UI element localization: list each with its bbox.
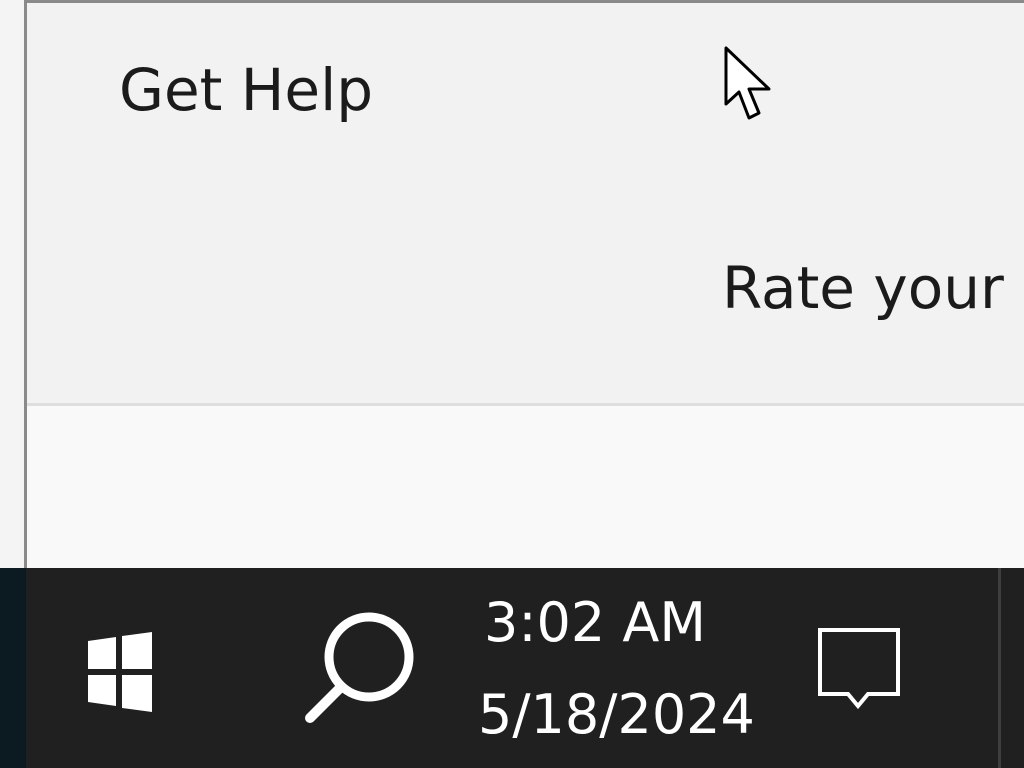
taskbar: 3:02 AM 5/18/2024 — [0, 568, 1024, 768]
mouse-cursor-icon — [724, 46, 771, 120]
window-content-area — [27, 409, 1024, 571]
get-help-menu-item[interactable]: Get Help — [119, 61, 373, 119]
action-center-button[interactable] — [808, 618, 912, 718]
clock-date: 5/18/2024 — [478, 683, 755, 746]
rate-your-menu-item[interactable]: Rate your — [722, 259, 1004, 317]
show-desktop-divider[interactable] — [998, 568, 1001, 768]
search-button[interactable] — [290, 596, 440, 736]
app-window: Get Help Rate your — [24, 0, 1024, 571]
windows-logo-icon — [88, 632, 152, 712]
desktop-background — [0, 0, 24, 568]
taskbar-edge — [0, 568, 26, 768]
clock-time: 3:02 AM — [484, 591, 706, 654]
help-menu-panel: Get Help Rate your — [27, 3, 1024, 406]
action-center-icon — [818, 628, 900, 710]
search-icon — [305, 612, 414, 723]
start-button[interactable] — [70, 616, 170, 726]
taskbar-clock[interactable]: 3:02 AM 5/18/2024 — [478, 591, 755, 756]
